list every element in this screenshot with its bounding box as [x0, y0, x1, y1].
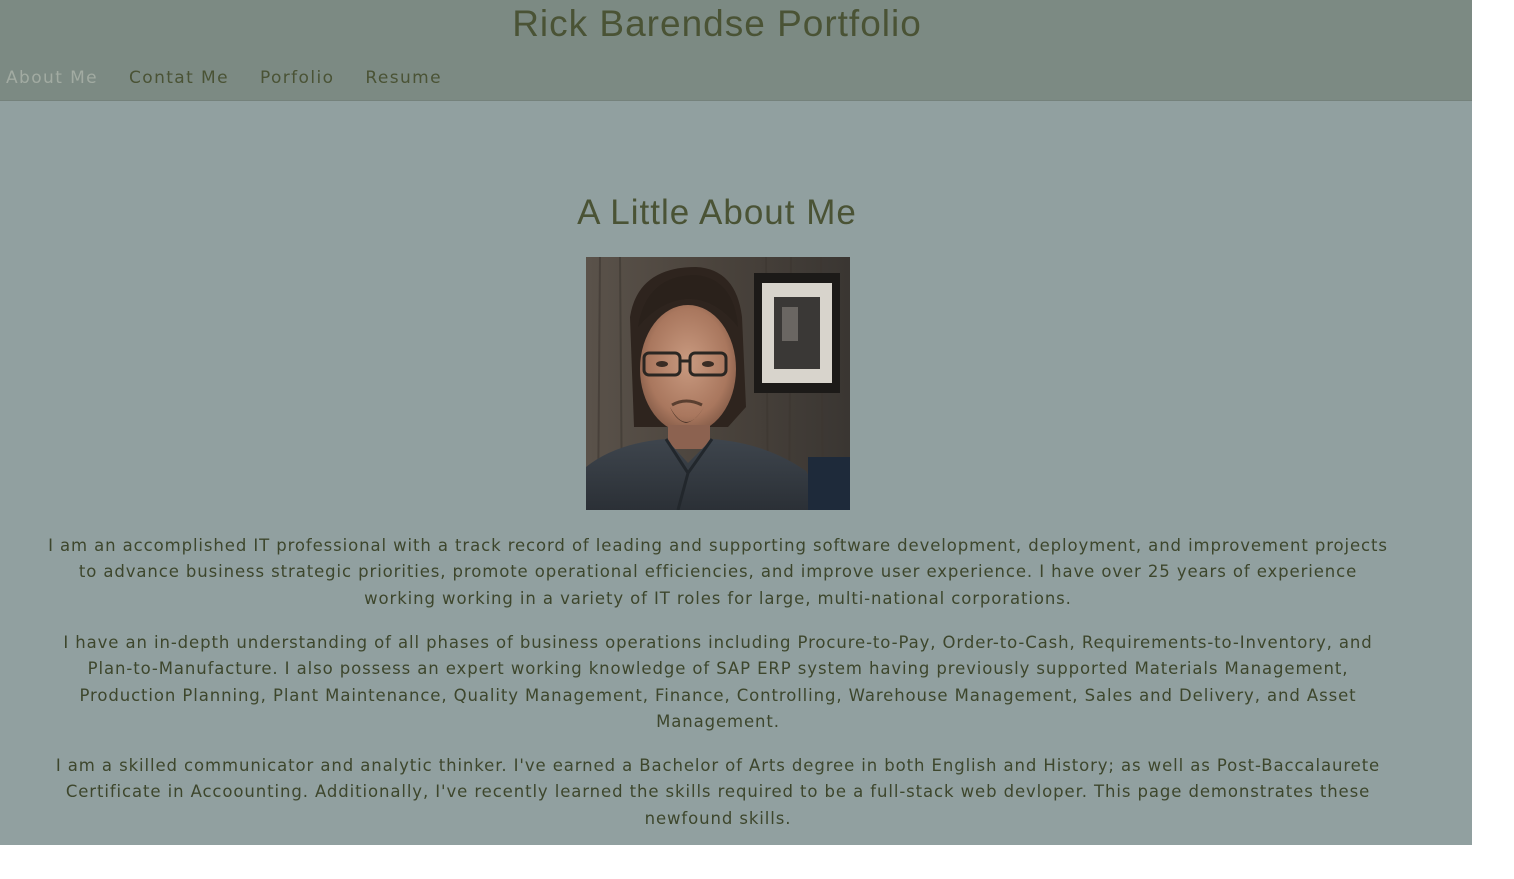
bio-paragraph-2: I have an in-depth understanding of all …: [63, 633, 1373, 731]
profile-photo: [586, 257, 850, 510]
nav-resume[interactable]: Resume: [365, 66, 442, 90]
main-nav: About Me Contat Me Porfolio Resume: [6, 66, 473, 90]
bio-paragraph-1: I am an accomplished IT professional wit…: [48, 536, 1388, 608]
bio-paragraph-3: I am a skilled communicator and analytic…: [55, 756, 1381, 828]
site-header: Rick Barendse Portfolio About Me Contat …: [0, 0, 1472, 101]
page: Rick Barendse Portfolio About Me Contat …: [0, 0, 1472, 845]
nav-contact-me[interactable]: Contat Me: [129, 66, 229, 90]
about-heading: A Little About Me: [577, 193, 857, 232]
nav-about-me[interactable]: About Me: [6, 66, 98, 90]
site-title: Rick Barendse Portfolio: [512, 3, 922, 44]
nav-portfolio[interactable]: Porfolio: [260, 66, 334, 90]
